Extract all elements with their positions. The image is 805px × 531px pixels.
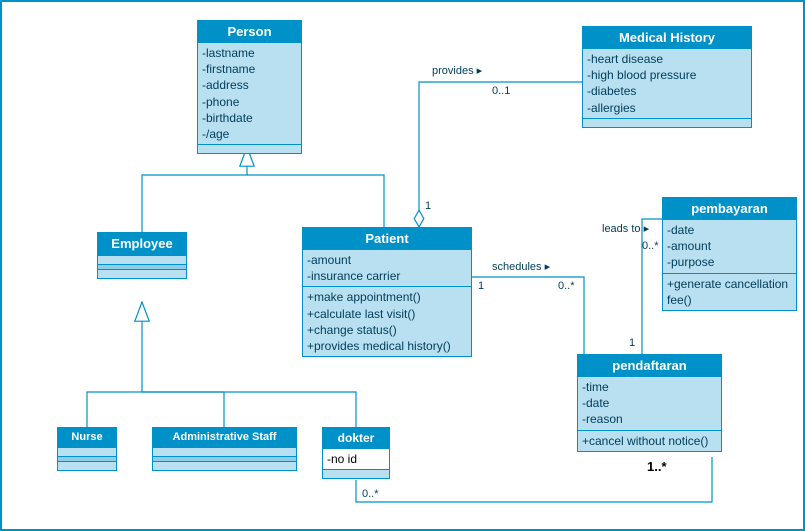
class-title: pembayaran xyxy=(663,198,796,220)
class-patient: Patient -amount -insurance carrier +make… xyxy=(302,227,472,357)
attr: -high blood pressure xyxy=(587,67,747,83)
class-pembayaran: pembayaran -date -amount -purpose +gener… xyxy=(662,197,797,311)
rel-provides-mult-near: 0..1 xyxy=(492,85,510,97)
attr: -firstname xyxy=(202,61,297,77)
class-attrs: -lastname -firstname -address -phone -bi… xyxy=(198,43,301,144)
class-medical-history: Medical History -heart disease -high blo… xyxy=(582,26,752,128)
op: +generate cancellation fee() xyxy=(667,276,792,308)
attr: -time xyxy=(582,379,717,395)
rel-provides-label: provides ▸ xyxy=(432,64,482,77)
attr: -insurance carrier xyxy=(307,268,467,284)
class-pendaftaran: pendaftaran -time -date -reason +cancel … xyxy=(577,354,722,452)
attr: -birthdate xyxy=(202,110,297,126)
class-title: Administrative Staff xyxy=(153,428,296,447)
uml-canvas: Person -lastname -firstname -address -ph… xyxy=(0,0,805,531)
attr: -amount xyxy=(307,252,467,268)
stripe xyxy=(153,447,296,456)
attr: -address xyxy=(202,77,297,93)
class-person: Person -lastname -firstname -address -ph… xyxy=(197,20,302,154)
class-ops-empty xyxy=(583,118,751,127)
attr: -/age xyxy=(202,126,297,142)
rel-dokter-mult-left: 0..* xyxy=(362,488,379,500)
rel-schedules-mult-right: 0..* xyxy=(558,280,575,292)
attr: -allergies xyxy=(587,100,747,116)
rel-leads-to-label: leads to ▸ xyxy=(602,222,649,235)
class-title: Person xyxy=(198,21,301,43)
class-admin-staff: Administrative Staff xyxy=(152,427,297,471)
class-ops-empty xyxy=(198,144,301,153)
attr: -date xyxy=(582,395,717,411)
class-attrs: -amount -insurance carrier xyxy=(303,250,471,286)
attr: -date xyxy=(667,222,792,238)
class-title: Patient xyxy=(303,228,471,250)
class-nurse: Nurse xyxy=(57,427,117,471)
op: +change status() xyxy=(307,322,467,338)
stripe xyxy=(323,469,389,478)
attr: -amount xyxy=(667,238,792,254)
class-title: pendaftaran xyxy=(578,355,721,377)
op: +provides medical history() xyxy=(307,338,467,354)
stripe xyxy=(58,447,116,456)
attr: -diabetes xyxy=(587,83,747,99)
rel-leads-to-mult-bottom: 1 xyxy=(629,337,635,349)
class-ops: +generate cancellation fee() xyxy=(663,273,796,310)
stripe xyxy=(98,255,186,264)
class-ops: +make appointment() +calculate last visi… xyxy=(303,286,471,356)
stripe xyxy=(153,461,296,470)
class-attrs: -no id xyxy=(323,449,389,469)
class-title: Medical History xyxy=(583,27,751,49)
attr: -phone xyxy=(202,94,297,110)
attr: -no id xyxy=(327,451,385,467)
class-attrs: -heart disease -high blood pressure -dia… xyxy=(583,49,751,118)
class-title: dokter xyxy=(323,428,389,449)
class-attrs: -date -amount -purpose xyxy=(663,220,796,273)
rel-dokter-mult-right: 1..* xyxy=(647,459,667,474)
attr: -purpose xyxy=(667,254,792,270)
attr: -heart disease xyxy=(587,51,747,67)
rel-provides-mult-far: 1 xyxy=(425,200,431,212)
class-employee: Employee xyxy=(97,232,187,279)
stripe xyxy=(58,461,116,470)
rel-leads-to-mult-top: 0..* xyxy=(642,240,659,252)
class-title: Employee xyxy=(98,233,186,255)
op: +make appointment() xyxy=(307,289,467,305)
class-title: Nurse xyxy=(58,428,116,447)
class-attrs: -time -date -reason xyxy=(578,377,721,430)
op: +calculate last visit() xyxy=(307,306,467,322)
attr: -lastname xyxy=(202,45,297,61)
class-dokter: dokter -no id xyxy=(322,427,390,479)
stripe xyxy=(98,269,186,278)
rel-schedules-mult-left: 1 xyxy=(478,280,484,292)
class-ops: +cancel without notice() xyxy=(578,430,721,451)
attr: -reason xyxy=(582,411,717,427)
op: +cancel without notice() xyxy=(582,433,717,449)
rel-schedules-label: schedules ▸ xyxy=(492,260,550,273)
